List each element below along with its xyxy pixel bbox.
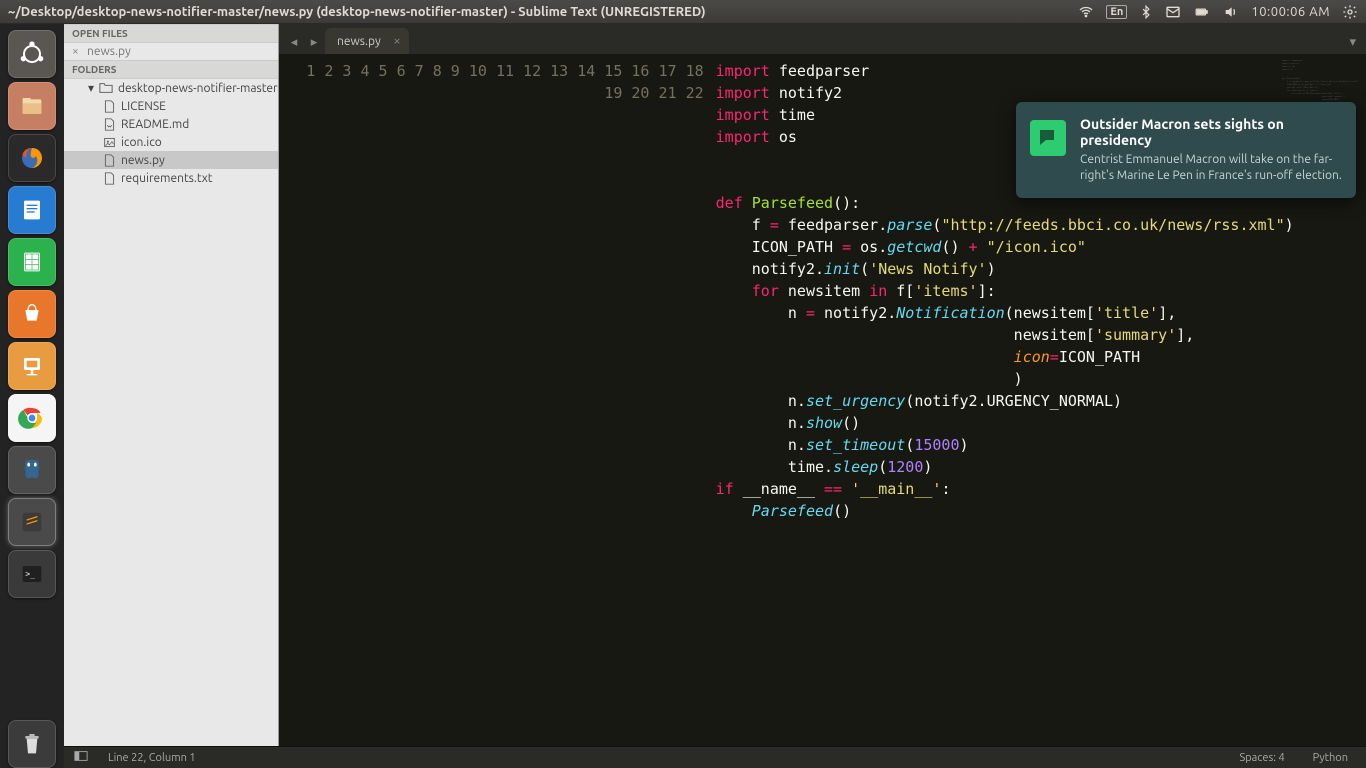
tab-next-icon[interactable]: ▸ [305,30,323,54]
system-indicators: En 10:00:06 AM [1078,4,1358,20]
status-bar: Line 22, Column 1 Spaces: 4 Python [64,746,1366,768]
file-icon [102,117,116,131]
sublime-sidebar: OPEN FILES × news.py FOLDERS ▾ desktop-n… [64,24,279,746]
cursor-position[interactable]: Line 22, Column 1 [100,752,204,764]
indentation-setting[interactable]: Spaces: 4 [1231,752,1292,764]
file-icon [102,135,116,149]
file-icon [102,99,116,113]
notification-app-icon [1030,120,1066,156]
file-tree-item[interactable]: README.md [64,115,278,133]
file-icon [102,153,116,167]
file-name: requirements.txt [121,172,213,185]
tab-news-py[interactable]: news.py × [325,28,409,54]
file-name: README.md [121,118,189,131]
desktop-notification[interactable]: Outsider Macron sets sights on presidenc… [1016,102,1356,198]
bluetooth-icon[interactable] [1139,5,1153,19]
folder-name: desktop-news-notifier-master [118,82,278,95]
open-file-item[interactable]: × news.py [64,43,278,60]
tab-label: news.py [337,35,381,48]
tab-bar: ◂ ▸ news.py × ▾ [279,24,1366,54]
system-menubar: ~/Desktop/desktop-news-notifier-master/n… [0,0,1366,24]
mail-icon[interactable] [1165,4,1181,20]
notification-body: Centrist Emmanuel Macron will take on th… [1080,152,1342,184]
unity-launcher: >_ [0,24,64,768]
wifi-icon[interactable] [1078,4,1094,20]
tab-prev-icon[interactable]: ◂ [285,30,303,54]
folders-header: FOLDERS [64,60,278,79]
file-tree-item[interactable]: icon.ico [64,133,278,151]
file-tree-item[interactable]: requirements.txt [64,169,278,187]
file-name: LICENSE [121,100,166,113]
file-tree-item[interactable]: news.py [64,151,278,169]
gear-icon[interactable] [1342,4,1358,20]
panel-toggle-icon[interactable] [74,749,88,766]
volume-icon[interactable] [1223,4,1239,20]
close-file-icon[interactable]: × [72,45,82,58]
syntax-setting[interactable]: Python [1305,752,1356,764]
clock[interactable]: 10:00:06 AM [1251,5,1330,19]
file-name: news.py [121,154,165,167]
launcher-writer[interactable] [8,186,56,234]
svg-text:>_: >_ [25,570,35,579]
file-name: icon.ico [121,136,162,149]
chevron-down-icon: ▾ [88,81,94,95]
launcher-terminal[interactable]: >_ [8,550,56,598]
battery-icon[interactable] [1193,5,1211,19]
launcher-trash[interactable] [8,720,56,768]
keyboard-indicator[interactable]: En [1106,5,1127,19]
file-tree-item[interactable]: LICENSE [64,97,278,115]
launcher-files[interactable] [8,82,56,130]
launcher-firefox[interactable] [8,134,56,182]
line-gutter: 1 2 3 4 5 6 7 8 9 10 11 12 13 14 15 16 1… [279,54,716,746]
launcher-calc[interactable] [8,238,56,286]
launcher-chrome[interactable] [8,394,56,442]
notification-text: Outsider Macron sets sights on presidenc… [1080,116,1342,184]
launcher-software[interactable] [8,290,56,338]
launcher-impress[interactable] [8,342,56,390]
file-icon [102,171,116,185]
folder-icon [99,81,113,95]
tab-close-icon[interactable]: × [393,34,400,48]
folder-root[interactable]: ▾ desktop-news-notifier-master [64,79,278,97]
launcher-ubuntu-dash[interactable] [8,30,56,78]
open-file-name: news.py [87,45,131,58]
launcher-sublime[interactable] [8,498,56,546]
tab-overflow-icon[interactable]: ▾ [1345,31,1360,54]
launcher-postgresql[interactable] [8,446,56,494]
window-title: ~/Desktop/desktop-news-notifier-master/n… [8,5,1078,19]
notification-title: Outsider Macron sets sights on presidenc… [1080,116,1342,148]
open-files-header: OPEN FILES [64,24,278,43]
